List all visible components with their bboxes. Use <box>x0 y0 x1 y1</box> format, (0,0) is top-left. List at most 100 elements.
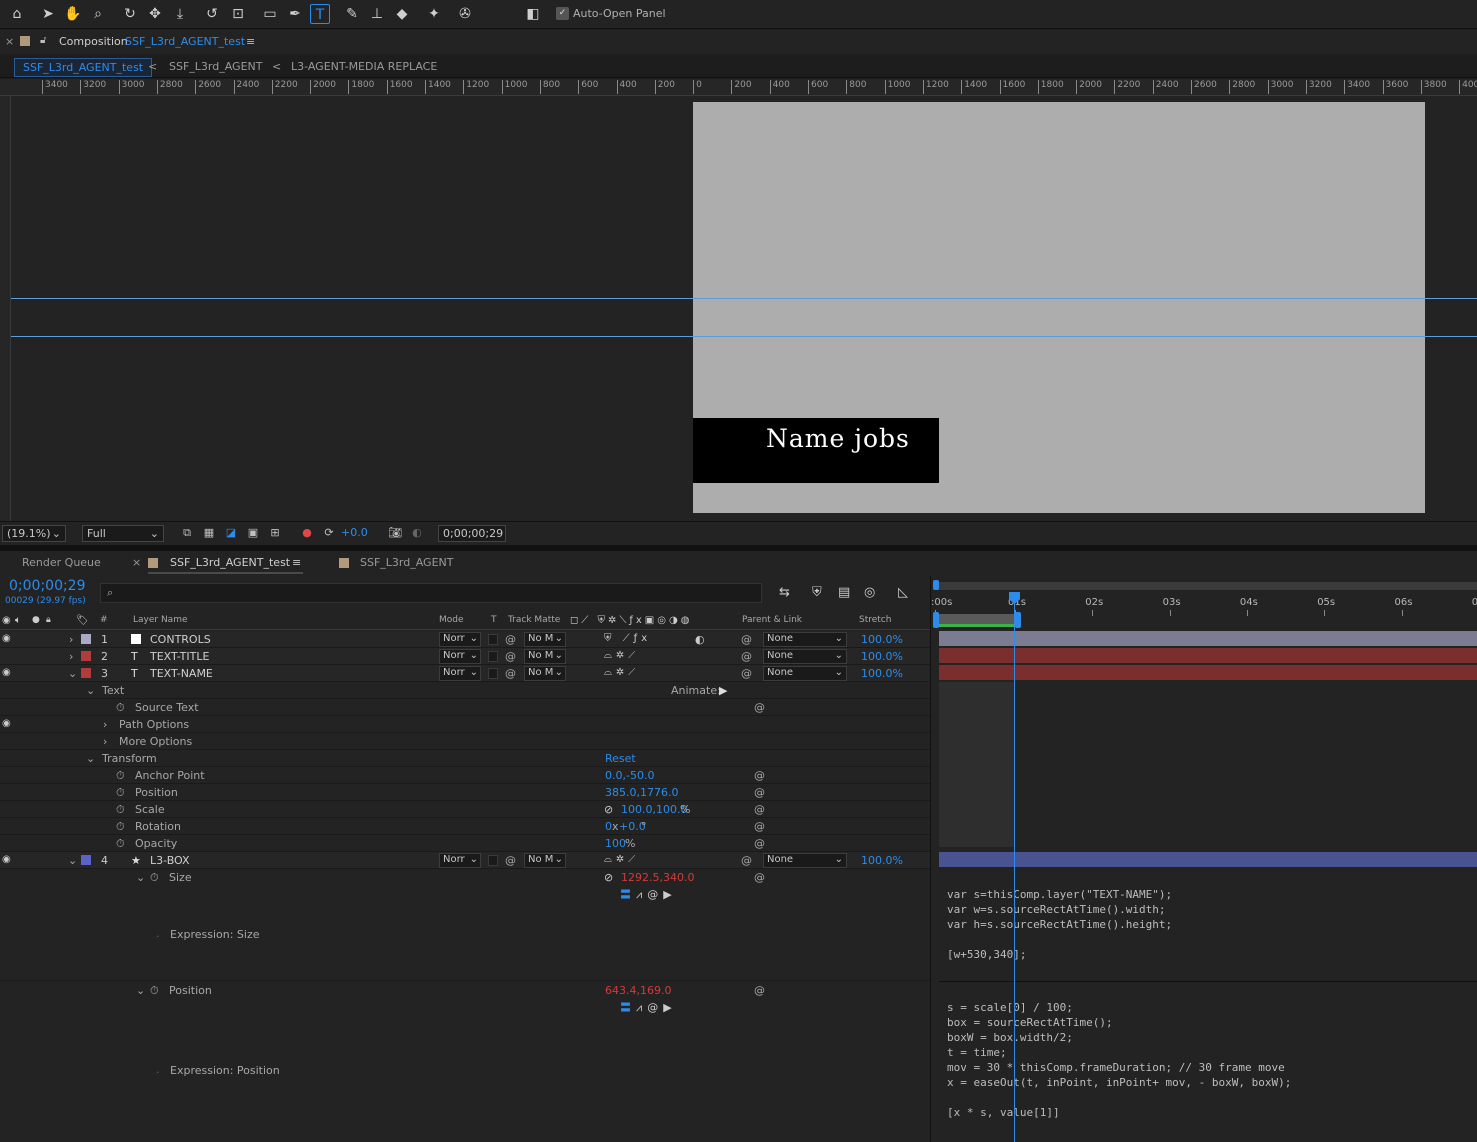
camera-tool-icon[interactable]: ✥ <box>145 4 165 24</box>
zoom-tool-icon[interactable]: ⌕ <box>88 4 108 24</box>
parent-select[interactable]: None ⌄ <box>763 649 847 664</box>
pick-whip-icon[interactable]: @ <box>754 820 765 833</box>
layer-search-input[interactable]: ⌕ <box>100 583 762 603</box>
clone-stamp-tool-icon[interactable]: ⊥ <box>367 4 387 24</box>
layer-switches[interactable]: ⛨ ⟋ƒx <box>604 633 651 644</box>
parent-select[interactable]: None ⌄ <box>763 632 847 647</box>
prop-opacity[interactable]: ⏱ Opacity 100 % @ <box>0 835 930 852</box>
resolution-select[interactable]: Full ⌄ <box>82 525 164 542</box>
lock-icon[interactable]: 🔓︎ <box>40 35 46 46</box>
track-matte-pickwhip-icon[interactable]: @ <box>505 633 516 646</box>
layer-row-text-title[interactable]: › 2 T TEXT-TITLE Norr ⌄ @ No M ⌄ ⌓✲⟋ @ None ⌄ 100.0% <box>0 648 930 665</box>
layer-switches[interactable]: ⌓✲⟋ <box>604 650 639 661</box>
column-track-matte[interactable]: Track Matte <box>508 615 560 625</box>
parent-pickwhip-icon[interactable]: @ <box>741 854 752 867</box>
channel-icon[interactable]: ● <box>300 526 314 540</box>
panel-menu-icon[interactable]: ≡ <box>292 556 301 569</box>
lower-third-box[interactable]: Name jobs <box>693 418 939 483</box>
rectangle-tool-icon[interactable]: ▭ <box>260 4 280 24</box>
stopwatch-icon[interactable]: ⏱ <box>150 984 159 998</box>
expression-language-menu-icon[interactable]: ▶ <box>663 888 676 901</box>
audio-icon[interactable]: 🔈︎ <box>15 615 21 626</box>
chevron-right-icon[interactable]: › <box>103 718 107 731</box>
anchor-tool-icon[interactable]: ⊡ <box>228 4 248 24</box>
parent-select[interactable]: None ⌄ <box>763 666 847 681</box>
label-tag-icon[interactable]: 🏷︎ <box>76 615 89 626</box>
checkbox-icon[interactable]: ✓ <box>556 7 569 20</box>
prop-scale[interactable]: ⏱ Scale ⊘ 100.0,100.0 % @ <box>0 801 930 818</box>
column-layer-name[interactable]: Layer Name <box>133 615 188 625</box>
prop-size[interactable]: ⌄ ⏱ Size ⊘ 1292.5,340.0 @ <box>0 869 930 886</box>
layer-name[interactable]: TEXT-NAME <box>150 667 213 680</box>
chevron-down-icon[interactable]: ⌄ <box>136 871 145 884</box>
prop-source-text[interactable]: ⏱ Source Text @ <box>0 699 930 716</box>
label-color-swatch[interactable] <box>81 855 91 865</box>
transform-reset-link[interactable]: Reset <box>605 752 636 765</box>
layer-name[interactable]: L3-BOX <box>150 854 190 867</box>
chevron-right-icon[interactable]: › <box>69 633 73 646</box>
label-color-swatch[interactable] <box>81 634 91 644</box>
auto-open-panel-checkbox[interactable]: ✓ Auto-Open Panel <box>556 7 666 20</box>
blend-mode-select[interactable]: Norr ⌄ <box>439 649 481 664</box>
prop-opacity-value[interactable]: 100 <box>605 837 626 850</box>
pick-whip-icon[interactable]: @ <box>754 769 765 782</box>
stretch-value[interactable]: 100.0% <box>861 650 903 663</box>
layer-bar-text-title[interactable] <box>939 648 1477 663</box>
eye-icon[interactable]: ◉ <box>2 854 11 865</box>
layer-switches[interactable]: ⌓✲⟋ <box>604 667 639 678</box>
chevron-down-icon[interactable]: ⌄ <box>86 684 95 697</box>
timeline-timecode[interactable]: 0;00;00;29 <box>9 578 86 594</box>
composition-name[interactable]: SSF_L3rd_AGENT_test <box>125 35 245 48</box>
stopwatch-icon[interactable]: ⏱ <box>116 803 125 817</box>
nav-comp-root[interactable]: L3-AGENT-MEDIA REPLACE <box>291 60 437 73</box>
chevron-down-icon[interactable]: ⌄ <box>86 752 95 765</box>
prop-scale-value[interactable]: 100.0,100.0 <box>621 803 687 816</box>
layer-row-text-name[interactable]: ◉ ⌄ 3 T TEXT-NAME Norr ⌄ @ No M ⌄ ⌓✲⟋ @ None ⌄ 100.0% <box>0 665 930 682</box>
column-t[interactable]: T <box>491 615 497 625</box>
expression-editor-position[interactable]: s = scale[0] / 100; box = sourceRectAtTi… <box>947 1000 1291 1120</box>
parent-pickwhip-icon[interactable]: @ <box>741 667 752 680</box>
layer-row-l3-box[interactable]: ◉ ⌄ 4 ★ L3-BOX Norr ⌄ @ No M ⌄ ⌓✲⟋ @ None ⌄ 100.0% <box>0 852 930 869</box>
expression-controls[interactable]: 〓⩘@▶ <box>620 886 677 902</box>
expression-graph-icon[interactable]: ⩘ <box>636 888 647 901</box>
composition-viewer[interactable]: Name jobs <box>11 96 1477 521</box>
expression-pickwhip-icon[interactable]: @ <box>647 888 663 901</box>
expression-controls[interactable]: 〓⩘@▶ <box>620 999 677 1015</box>
prop-path-options[interactable]: ◉ › Path Options <box>0 716 930 733</box>
graph-editor-icon[interactable]: ◺ <box>898 585 908 600</box>
track-matte-pickwhip-icon[interactable]: @ <box>505 650 516 663</box>
parent-pickwhip-icon[interactable]: @ <box>741 650 752 663</box>
expression-enable-icon[interactable]: 〓 <box>620 888 636 901</box>
stopwatch-icon[interactable]: ⏱ <box>150 871 159 885</box>
dolly-tool-icon[interactable]: ⤓ <box>170 4 190 24</box>
layer-bar-l3-box[interactable] <box>939 852 1477 867</box>
work-area-start-handle[interactable] <box>933 612 939 628</box>
eye-icon[interactable]: ◉ <box>2 633 11 644</box>
pick-whip-icon[interactable]: @ <box>754 984 765 997</box>
prop-l3box-position[interactable]: ⌄ ⏱ Position 643.4,169.0 @ <box>0 982 930 999</box>
pen-tool-icon[interactable]: ✒ <box>285 4 305 24</box>
column-parent-link[interactable]: Parent & Link <box>742 615 802 625</box>
reset-exposure-icon[interactable]: ⟳ <box>322 526 336 540</box>
chevron-down-icon[interactable]: ⌄ <box>136 984 145 997</box>
label-color-swatch[interactable] <box>81 668 91 678</box>
layer-row-controls[interactable]: ◉ › 1 CONTROLS Norr ⌄ @ No M ⌄ ⛨ ⟋ƒx ◐ @ None ⌄ 100.0% <box>0 631 930 648</box>
stretch-value[interactable]: 100.0% <box>861 667 903 680</box>
timeline-graph-panel[interactable]: :00s01s02s03s04s05s06s0 var s=thisComp.l… <box>930 576 1477 1142</box>
prop-transform-group[interactable]: ⌄ Transform Reset <box>0 750 930 767</box>
prop-anchor-point[interactable]: ⏱ Anchor Point 0.0,-50.0 @ <box>0 767 930 784</box>
current-time-field[interactable]: 0;00;00;29 <box>438 525 506 542</box>
prop-size-value[interactable]: 1292.5,340.0 <box>621 871 694 884</box>
blend-mode-select[interactable]: Norr ⌄ <box>439 853 481 868</box>
work-area-end-handle[interactable] <box>1015 612 1021 628</box>
name-text-layer[interactable]: Name jobs <box>766 424 910 453</box>
blend-mode-select[interactable]: Norr ⌄ <box>439 632 481 647</box>
exposure-value[interactable]: +0.0 <box>341 526 368 539</box>
label-color-swatch[interactable] <box>81 651 91 661</box>
eye-icon[interactable]: ◉ <box>2 667 11 678</box>
guide-line[interactable] <box>11 336 1477 337</box>
adjustment-layer-icon[interactable]: ◐ <box>695 633 705 646</box>
stopwatch-icon[interactable]: ⏱ <box>116 769 125 783</box>
track-matte-pickwhip-icon[interactable]: @ <box>505 667 516 680</box>
stopwatch-icon[interactable]: ⏱ <box>116 820 125 834</box>
